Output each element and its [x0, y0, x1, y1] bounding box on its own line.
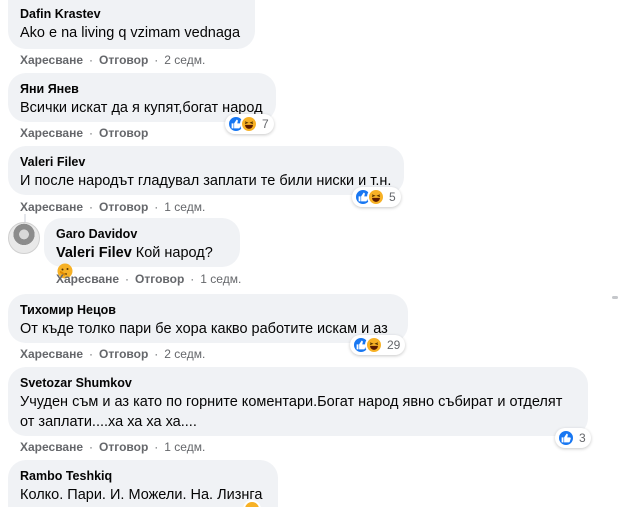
comment-timestamp[interactable]: 1 седм.	[164, 440, 205, 454]
comment-bubble: Rambo Teshkiq Колко. Пари. И. Можели. На…	[8, 460, 278, 507]
comment-timestamp[interactable]: 1 седм.	[200, 272, 241, 286]
comment-actions: Харесване · Отговор · 1 седм.	[20, 440, 205, 454]
comment-timestamp[interactable]: 2 седм.	[164, 347, 205, 361]
comment-author[interactable]: Valeri Filev	[20, 154, 392, 170]
scrollbar[interactable]	[611, 0, 619, 507]
comment-author[interactable]: Rambo Teshkiq	[20, 468, 266, 484]
like-button[interactable]: Харесване	[20, 440, 83, 454]
comment-author[interactable]: Тихомир Нецов	[20, 302, 396, 318]
comment-bubble: Тихомир Нецов От къде толко пари бе хора…	[8, 294, 408, 343]
haha-icon	[243, 500, 261, 507]
comment-text: Всички искат да я купят,богат народ	[20, 100, 263, 116]
comment-text-continued: от заплати....ха ха ха ха....	[20, 414, 197, 430]
like-button[interactable]: Харесване	[20, 53, 83, 67]
haha-icon	[240, 115, 258, 133]
dot-separator: ·	[154, 53, 159, 67]
reaction-count: 5	[389, 190, 396, 204]
comment-author[interactable]: Яни Янев	[20, 81, 264, 97]
reply-button[interactable]: Отговор	[99, 200, 148, 214]
reply-button[interactable]: Отговор	[99, 53, 148, 67]
comment-text: Колко. Пари. И. Можели. На. Лизнга	[20, 487, 263, 503]
reaction-summary[interactable]: 3	[555, 428, 591, 448]
dot-separator: ·	[89, 440, 94, 454]
reply-button[interactable]: Отговор	[99, 126, 148, 140]
dot-separator: ·	[154, 440, 159, 454]
comment-bubble: Svetozar Shumkov Учуден съм и аз като по…	[8, 367, 588, 436]
comment-bubble: Garo Davidov Valeri Filev Кой народ?	[44, 218, 240, 279]
comment-timestamp[interactable]: 1 седм.	[164, 200, 205, 214]
mention-link[interactable]: Valeri Filev	[56, 245, 132, 261]
like-button[interactable]: Харесване	[20, 126, 83, 140]
comment-author[interactable]: Garo Davidov	[56, 226, 228, 242]
haha-icon	[365, 336, 383, 354]
avatar[interactable]	[8, 222, 40, 254]
reply-text: Кой народ?	[135, 245, 213, 261]
comment-actions: Харесване · Отговор · 2 седм.	[20, 347, 205, 361]
comment-author[interactable]: Dafin Krastev	[20, 6, 243, 22]
comment-text: Ako e na living q vzimam vednaga	[20, 25, 241, 41]
like-icon	[557, 429, 575, 447]
dot-separator: ·	[190, 272, 195, 286]
reaction-count: 3	[579, 431, 586, 445]
dot-separator: ·	[89, 347, 94, 361]
dot-separator: ·	[89, 200, 94, 214]
reply-button[interactable]: Отговор	[99, 440, 148, 454]
like-button[interactable]: Харесване	[20, 347, 83, 361]
reaction-count: 7	[262, 117, 269, 131]
dot-separator: ·	[89, 126, 94, 140]
comment-actions: Харесване · Отговор · 1 седм.	[20, 200, 205, 214]
dot-separator: ·	[154, 200, 159, 214]
comment-bubble: Dafin Krastev Ako e na living q vzimam v…	[8, 0, 255, 49]
comment-actions: Харесване · Отговор	[20, 126, 148, 140]
dot-separator: ·	[125, 272, 130, 286]
reply-button[interactable]: Отговор	[99, 347, 148, 361]
scrollbar-thumb[interactable]	[612, 296, 618, 299]
like-button[interactable]: Харесване	[56, 272, 119, 286]
dot-separator: ·	[89, 53, 94, 67]
comment-timestamp[interactable]: 2 седм.	[164, 53, 205, 67]
like-button[interactable]: Харесване	[20, 200, 83, 214]
comment-actions: Харесване · Отговор · 1 седм.	[56, 272, 241, 286]
reply-button[interactable]: Отговор	[135, 272, 184, 286]
comment-actions: Харесване · Отговор · 2 седм.	[20, 53, 205, 67]
reaction-summary[interactable]: 5	[352, 187, 401, 207]
reaction-count: 29	[387, 338, 401, 352]
comment-bubble: Valeri Filev И после народът гладувал за…	[8, 146, 404, 195]
comment-text: От къде толко пари бе хора какво работит…	[20, 321, 388, 337]
haha-icon	[367, 188, 385, 206]
reaction-summary[interactable]: 7	[225, 114, 274, 134]
comment-text: Учуден съм и аз като по горните коментар…	[20, 394, 563, 410]
reaction-summary[interactable]: 29	[350, 335, 406, 355]
comment-author[interactable]: Svetozar Shumkov	[20, 375, 576, 391]
dot-separator: ·	[154, 347, 159, 361]
comment-text: И после народът гладувал заплати те били…	[20, 173, 392, 189]
